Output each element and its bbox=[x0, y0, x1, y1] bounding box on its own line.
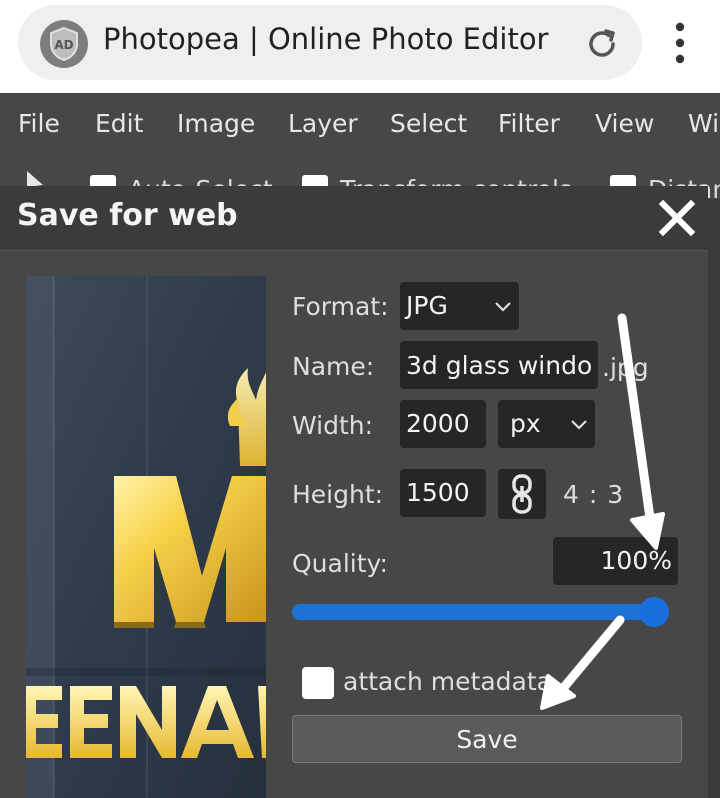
attach-metadata-label: attach metadata bbox=[343, 667, 552, 696]
constrain-proportions-button[interactable] bbox=[498, 469, 546, 519]
menu-view[interactable]: View bbox=[595, 109, 654, 138]
preview-image bbox=[26, 276, 266, 798]
filename-input[interactable] bbox=[400, 341, 598, 389]
height-input[interactable]: 1500 bbox=[400, 469, 486, 517]
quality-input[interactable]: 100% bbox=[553, 537, 678, 585]
chain-link-icon bbox=[512, 474, 532, 514]
width-label: Width: bbox=[292, 411, 374, 440]
unit-value: px bbox=[510, 409, 541, 438]
menu-bar: File Edit Image Layer Select Filter View… bbox=[0, 93, 720, 159]
chevron-down-icon bbox=[571, 420, 587, 430]
site-info-icon[interactable]: AD bbox=[40, 20, 88, 68]
kebab-menu-icon[interactable] bbox=[665, 18, 695, 68]
menu-image[interactable]: Image bbox=[177, 109, 255, 138]
format-dropdown[interactable]: JPG bbox=[400, 282, 519, 330]
page-title: Photopea | Online Photo Editor bbox=[103, 22, 549, 56]
save-button[interactable]: Save bbox=[292, 715, 682, 763]
close-icon[interactable] bbox=[655, 196, 699, 240]
height-label: Height: bbox=[292, 480, 384, 509]
menu-window[interactable]: Wi bbox=[688, 109, 719, 138]
menu-edit[interactable]: Edit bbox=[95, 109, 143, 138]
name-label: Name: bbox=[292, 352, 375, 381]
menu-layer[interactable]: Layer bbox=[288, 109, 358, 138]
width-input[interactable]: 2000 bbox=[400, 400, 486, 448]
aspect-ratio: 4 : 3 bbox=[563, 480, 625, 509]
quality-slider-thumb[interactable] bbox=[639, 597, 669, 627]
side-panel-strip bbox=[708, 199, 720, 798]
format-label: Format: bbox=[292, 292, 389, 321]
dialog-header: Save for web bbox=[0, 186, 708, 251]
file-extension: .jpg bbox=[602, 353, 649, 382]
chevron-down-icon bbox=[495, 302, 511, 312]
menu-select[interactable]: Select bbox=[390, 109, 467, 138]
image-preview bbox=[26, 276, 266, 798]
attach-metadata-checkbox[interactable] bbox=[302, 667, 334, 699]
menu-filter[interactable]: Filter bbox=[498, 109, 560, 138]
save-for-web-dialog: Save for web Format: JPG Name: 3d glass … bbox=[0, 186, 708, 798]
unit-dropdown[interactable]: px bbox=[498, 400, 595, 448]
quality-slider-fill bbox=[292, 604, 667, 620]
quality-slider[interactable] bbox=[292, 604, 667, 620]
reload-icon[interactable] bbox=[580, 22, 624, 66]
menu-file[interactable]: File bbox=[18, 109, 60, 138]
format-value: JPG bbox=[406, 291, 448, 320]
site-badge-text: AD bbox=[54, 38, 73, 52]
quality-label: Quality: bbox=[292, 549, 388, 578]
dialog-title: Save for web bbox=[17, 198, 238, 233]
browser-chrome: AD Photopea | Online Photo Editor bbox=[0, 0, 720, 93]
